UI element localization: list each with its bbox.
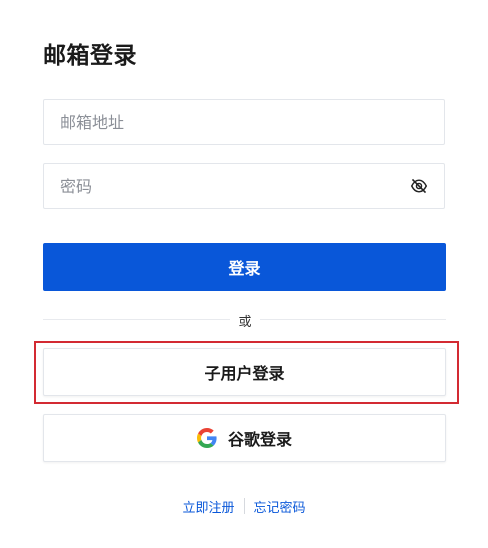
password-field-container	[43, 163, 445, 209]
page-title: 邮箱登录	[43, 43, 137, 69]
subuser-login-label: 子用户登录	[204, 364, 285, 383]
google-icon	[196, 428, 217, 448]
login-button[interactable]: 登录	[43, 243, 446, 291]
email-input[interactable]	[44, 100, 444, 144]
eye-slash-icon[interactable]	[408, 175, 430, 197]
google-login-button[interactable]: 谷歌登录	[43, 414, 446, 462]
link-separator	[243, 497, 245, 514]
register-link[interactable]: 立即注册	[182, 495, 234, 516]
password-input[interactable]	[44, 164, 408, 208]
footer-links: 立即注册 忘记密码	[0, 495, 488, 516]
google-login-label: 谷歌登录	[227, 430, 292, 449]
divider-or-text: 或	[230, 311, 260, 330]
email-field-container	[43, 99, 445, 145]
subuser-login-button[interactable]: 子用户登录	[43, 348, 446, 396]
forgot-password-link[interactable]: 忘记密码	[254, 495, 306, 516]
